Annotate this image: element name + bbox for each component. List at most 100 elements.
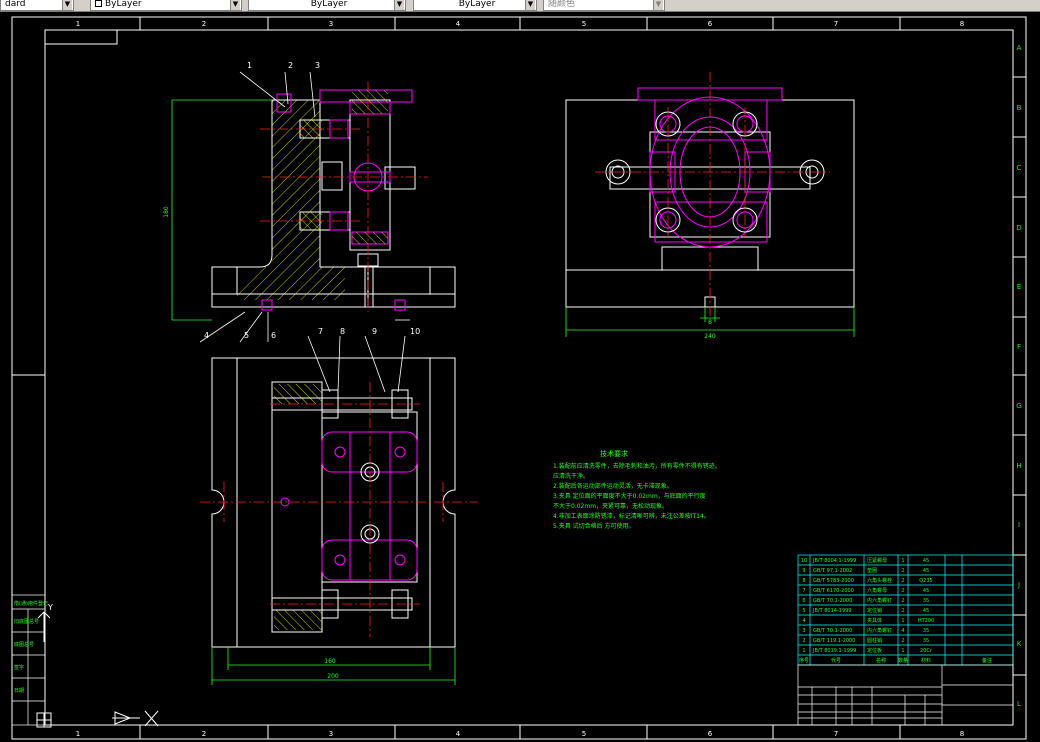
svg-text:35: 35 bbox=[923, 638, 929, 644]
dimension-side-width: 240 bbox=[704, 333, 716, 340]
col-label: 6 bbox=[708, 730, 713, 738]
svg-text:2: 2 bbox=[901, 638, 904, 644]
note-line: 4.非加工表面涂防锈漆，标记清晰可辨，未注公差按IT14。 bbox=[553, 512, 710, 520]
chevron-down-icon[interactable]: ▼ bbox=[230, 0, 240, 10]
svg-text:六角头螺栓: 六角头螺栓 bbox=[867, 577, 892, 584]
dimension-top-outer: 200 bbox=[327, 673, 339, 680]
col-label: 5 bbox=[582, 730, 586, 738]
row-labels: A B C D E F G H I J K L bbox=[1016, 44, 1021, 708]
bom-row: 4 夹具体 1 HT200 bbox=[802, 617, 934, 624]
col-label: 3 bbox=[329, 20, 333, 28]
left-signature-panel: 借(通)用件登记 旧底图总号 底图总号 签字 日期 bbox=[11, 594, 48, 726]
svg-text:HT200: HT200 bbox=[918, 618, 934, 624]
svg-text:数量: 数量 bbox=[898, 657, 908, 664]
plotstyle-combo[interactable]: 随颜色 ▼ bbox=[543, 0, 665, 11]
note-line: 2.装配后各运动部件运动灵活，无卡滞现象。 bbox=[553, 482, 673, 490]
bom-row: 6 GB/T 70.1-2000 内六角螺钉 2 35 bbox=[802, 597, 929, 604]
view-triangle-icon bbox=[112, 710, 159, 727]
callout-label: 6 bbox=[271, 331, 276, 340]
svg-text:垫圈: 垫圈 bbox=[867, 567, 877, 574]
chevron-down-icon[interactable]: ▼ bbox=[525, 0, 535, 10]
row-label: F bbox=[1017, 343, 1021, 351]
linetype-combo[interactable]: ByLayer ▼ bbox=[248, 0, 406, 11]
svg-text:8: 8 bbox=[802, 578, 805, 584]
svg-text:1: 1 bbox=[802, 648, 805, 654]
column-ticks bbox=[139, 17, 901, 739]
text-style-combo[interactable]: dard ▼ bbox=[0, 0, 74, 11]
svg-text:7: 7 bbox=[802, 588, 805, 594]
note-line: 1.装配前应清洗零件，去除毛刺和油污，所有零件不得有锈迹。 bbox=[553, 462, 721, 470]
note-line: 3.夹具 定位面的平面度不大于0.02mm，与底面的平行度 bbox=[553, 492, 706, 500]
bom-row: 7 GB/T 6170-2000 六角螺母 2 45 bbox=[802, 587, 929, 594]
svg-text:2: 2 bbox=[901, 568, 904, 574]
chevron-down-icon[interactable]: ▼ bbox=[62, 0, 72, 10]
bom-row: 1 JB/T 8019.1-1999 定位板 1 20Cr bbox=[802, 647, 932, 654]
svg-text:10: 10 bbox=[801, 558, 807, 564]
left-panel-label: 借(通)用件登记 bbox=[14, 600, 48, 607]
callout-label: 8 bbox=[340, 327, 345, 336]
bom-row: 2 GB/T 119.1-2000 圆柱销 2 35 bbox=[802, 637, 929, 644]
svg-text:JB/T 8019.1-1999: JB/T 8019.1-1999 bbox=[812, 648, 856, 654]
svg-text:内六角螺钉: 内六角螺钉 bbox=[867, 627, 892, 634]
row-label: J bbox=[1017, 581, 1020, 589]
svg-text:6: 6 bbox=[802, 598, 805, 604]
svg-text:夹具体: 夹具体 bbox=[867, 617, 882, 624]
svg-text:35: 35 bbox=[923, 598, 929, 604]
svg-text:1: 1 bbox=[901, 648, 904, 654]
svg-text:45: 45 bbox=[923, 588, 929, 594]
col-label: 8 bbox=[960, 730, 964, 738]
row-label: L bbox=[1017, 700, 1021, 708]
callout-label: 10 bbox=[410, 327, 420, 336]
left-panel-label: 底图总号 bbox=[14, 641, 34, 648]
dimension-side-slot: 8 bbox=[708, 319, 712, 326]
svg-text:压紧螺母: 压紧螺母 bbox=[867, 557, 887, 564]
lineweight-combo[interactable]: ByLayer ▼ bbox=[413, 0, 537, 11]
side-view[interactable]: 240 8 bbox=[565, 72, 855, 340]
color-combo[interactable]: ByLayer ▼ bbox=[90, 0, 242, 11]
svg-text:材料: 材料 bbox=[921, 657, 931, 664]
top-view[interactable]: 160 200 7 8 9 10 bbox=[200, 327, 478, 685]
svg-text:GB/T 70.1-2000: GB/T 70.1-2000 bbox=[813, 628, 852, 634]
row-label: B bbox=[1017, 104, 1022, 112]
svg-text:备注: 备注 bbox=[982, 657, 992, 664]
callout-label: 3 bbox=[315, 61, 320, 70]
row-label: K bbox=[1017, 640, 1022, 648]
col-label: 2 bbox=[202, 730, 206, 738]
col-label: 7 bbox=[834, 730, 838, 738]
svg-text:2: 2 bbox=[802, 638, 805, 644]
dimension-top-inner: 160 bbox=[324, 658, 336, 665]
drawing-canvas[interactable]: 1 2 3 4 5 6 7 8 1 2 3 4 5 6 7 8 A B C D … bbox=[0, 12, 1040, 742]
svg-text:1: 1 bbox=[901, 618, 904, 624]
bom-header: 序号 代号 名称 数量 材料 备注 bbox=[799, 657, 992, 664]
callout-label: 1 bbox=[247, 61, 252, 70]
linetype-value: ByLayer bbox=[310, 0, 348, 9]
col-label: 1 bbox=[76, 20, 80, 28]
svg-text:内六角螺钉: 内六角螺钉 bbox=[867, 597, 892, 604]
note-line: 不大于0.02mm，夹紧可靠，无松动现象。 bbox=[553, 502, 668, 510]
svg-text:4: 4 bbox=[802, 618, 805, 624]
svg-text:45: 45 bbox=[923, 608, 929, 614]
row-label: E bbox=[1017, 283, 1021, 291]
svg-text:GB/T 6170-2000: GB/T 6170-2000 bbox=[813, 588, 854, 594]
svg-text:45: 45 bbox=[923, 568, 929, 574]
svg-text:名称: 名称 bbox=[876, 657, 886, 664]
row-label: A bbox=[1017, 44, 1022, 52]
svg-text:定位销: 定位销 bbox=[867, 607, 882, 614]
row-label: G bbox=[1016, 402, 1021, 410]
callout-label: 9 bbox=[372, 327, 377, 336]
svg-text:JB/T 8014-1999: JB/T 8014-1999 bbox=[812, 608, 852, 614]
note-line: 5.夹具 试切合格后 方可使用。 bbox=[553, 522, 635, 530]
text-style-value: dard bbox=[5, 0, 26, 9]
bom-row: 3 GB/T 70.1-2000 内六角螺钉 4 35 bbox=[802, 627, 929, 634]
row-label: C bbox=[1017, 164, 1022, 172]
chevron-down-icon[interactable]: ▼ bbox=[394, 0, 404, 10]
callout-label: 7 bbox=[318, 327, 323, 336]
dimension-front-height: 180 bbox=[163, 206, 170, 218]
chevron-down-icon[interactable]: ▼ bbox=[653, 0, 663, 10]
left-panel-label: 签字 bbox=[14, 664, 24, 671]
svg-text:圆柱销: 圆柱销 bbox=[867, 637, 882, 644]
svg-text:Y: Y bbox=[47, 603, 53, 612]
front-view[interactable]: 180 1 2 3 4 5 6 bbox=[163, 61, 456, 343]
svg-text:1: 1 bbox=[901, 558, 904, 564]
col-label: 7 bbox=[834, 20, 838, 28]
